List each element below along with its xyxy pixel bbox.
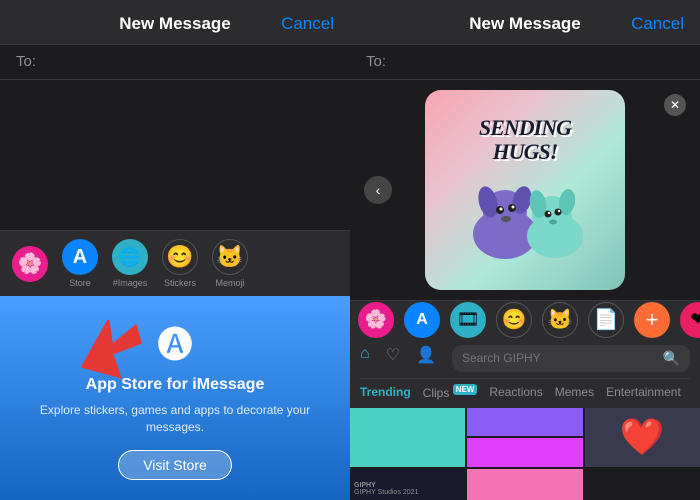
giphy-bar: ⌂ ♡ 👤 🔍 Trending Clips NEW Reactions Mem…	[350, 339, 700, 408]
giphy-channel-label: GIPHY Studios 2021	[354, 489, 461, 496]
right-heart-icon: ❤	[680, 302, 700, 338]
right-title: New Message	[469, 14, 581, 34]
gif-cell-5[interactable]: GIPHY GIPHY Studios 2021	[350, 469, 465, 500]
left-message-body[interactable]	[0, 80, 350, 230]
memoji-label: Memoji	[215, 278, 244, 288]
close-sticker-button[interactable]: ✕	[664, 94, 686, 116]
left-header: New Message Cancel	[0, 0, 350, 45]
giphy-favorite-icon[interactable]: ♡	[386, 345, 400, 372]
right-stickers-icon: 😊	[496, 302, 532, 338]
right-photos-icon: 🌸	[358, 302, 394, 338]
images-icon: 🌐	[112, 239, 148, 275]
appstore-description: Explore stickers, games and apps to deco…	[16, 402, 334, 436]
tab-reactions[interactable]: Reactions	[489, 385, 542, 399]
tab-entertainment[interactable]: Entertainment	[606, 385, 681, 399]
new-badge: NEW	[453, 384, 478, 395]
right-phone-panel: New Message Cancel To: SENDING HUGS!	[350, 0, 700, 500]
visit-store-button[interactable]: Visit Store	[118, 450, 232, 480]
right-file-icon: 📄	[588, 302, 624, 338]
right-giphy-icon: 🎞	[450, 302, 486, 338]
giphy-home-icon[interactable]: ⌂	[360, 345, 370, 372]
left-app-bar: 🌸 A Store 🌐 #Images 😊 Stickers 🐱 Memo	[0, 230, 350, 296]
sticker-text: SENDING HUGS!	[479, 116, 571, 164]
red-arrow-indicator	[76, 320, 146, 385]
sticker-card: SENDING HUGS!	[425, 90, 625, 290]
photos-icon: 🌸	[12, 246, 48, 282]
stickers-icon: 😊	[162, 239, 198, 275]
gif-cell-2[interactable]	[467, 408, 582, 437]
left-to-field: To:	[0, 45, 350, 80]
stickers-label: Stickers	[164, 278, 196, 288]
right-store-icon: A	[404, 302, 440, 338]
right-app-stickers[interactable]: 😊	[496, 302, 532, 338]
left-cancel-button[interactable]: Cancel	[281, 14, 334, 34]
expand-button[interactable]: ‹	[364, 176, 392, 204]
left-phone-panel: New Message Cancel To: 🌸 A Store 🌐 #Imag…	[0, 0, 350, 500]
right-app-file[interactable]: 📄	[588, 302, 624, 338]
app-icon-store[interactable]: A Store	[62, 239, 98, 288]
right-app-bar: 🌸 A 🎞 😊 🐱 📄	[350, 300, 700, 339]
gif-cell-1[interactable]	[350, 408, 465, 468]
app-icon-memoji[interactable]: 🐱 Memoji	[212, 239, 248, 288]
right-to-label: To:	[366, 53, 386, 70]
tab-memes[interactable]: Memes	[555, 385, 594, 399]
images-label: #Images	[113, 278, 148, 288]
to-label: To:	[16, 53, 36, 70]
gif-grid: ❤️ GIPHY GIPHY Studios 2021	[350, 408, 700, 500]
left-title: New Message	[119, 14, 231, 34]
giphy-search-input[interactable]	[462, 351, 657, 365]
gif-cell-6[interactable]	[467, 469, 582, 500]
tab-trending[interactable]: Trending	[360, 385, 411, 399]
appstore-icon: 🅐	[157, 316, 193, 368]
right-app-heart[interactable]: ❤	[680, 302, 700, 338]
gif-cell-3[interactable]: ❤️	[585, 408, 700, 468]
store-icon: A	[62, 239, 98, 275]
memoji-icon: 🐱	[212, 239, 248, 275]
right-to-field: To:	[350, 45, 700, 80]
tab-clips[interactable]: Clips NEW	[423, 385, 478, 400]
giphy-tabs: Trending Clips NEW Reactions Memes Enter…	[360, 379, 690, 402]
giphy-person-icon[interactable]: 👤	[416, 345, 436, 372]
gif-cell-4[interactable]	[467, 438, 582, 467]
right-app-giphy[interactable]: 🎞	[450, 302, 486, 338]
sticker-preview: SENDING HUGS!	[350, 80, 700, 300]
right-app-memoji[interactable]: 🐱	[542, 302, 578, 338]
dog-illustration	[460, 164, 590, 264]
right-plus-icon: +	[634, 302, 670, 338]
giphy-search-icon: 🔍	[663, 350, 680, 367]
app-icon-photos[interactable]: 🌸	[12, 246, 48, 282]
app-icon-stickers[interactable]: 😊 Stickers	[162, 239, 198, 288]
right-header: New Message Cancel	[350, 0, 700, 45]
store-label: Store	[69, 278, 91, 288]
right-app-photos[interactable]: 🌸	[358, 302, 394, 338]
right-app-plus[interactable]: +	[634, 302, 670, 338]
giphy-search-bar[interactable]: 🔍	[452, 345, 690, 372]
right-memoji-icon: 🐱	[542, 302, 578, 338]
app-icon-images[interactable]: 🌐 #Images	[112, 239, 148, 288]
right-app-store[interactable]: A	[404, 302, 440, 338]
appstore-panel: 🅐 App Store for iMessage Explore sticker…	[0, 296, 350, 500]
right-cancel-button[interactable]: Cancel	[631, 14, 684, 34]
